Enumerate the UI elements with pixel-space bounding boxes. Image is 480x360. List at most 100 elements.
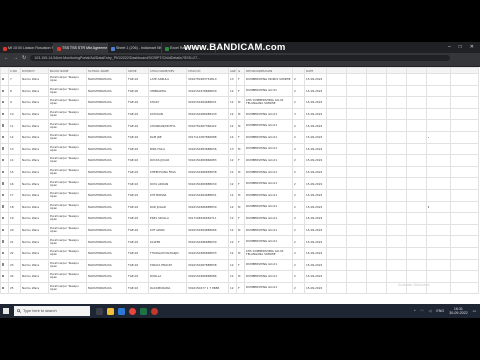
row-select-cell[interactable] (0, 84, 9, 98)
cell-id: 3017111087866688 (186, 130, 229, 144)
row-select-cell[interactable] (0, 165, 9, 179)
table-row[interactable]: 7 Nal bu Wara Purahnarpur Tawapu Apan MAKSH… (0, 73, 479, 86)
chrome-icon[interactable] (129, 307, 136, 315)
row-select-cell[interactable] (0, 177, 9, 190)
table-row[interactable]: 19 Nal bu Wara Purahnarpur Tawapu Apan MAKS… (0, 212, 479, 225)
data-table-area[interactable]: S NO DISTRICT BLOCK NAME SCHOOL NAME UDISE CH… (0, 67, 480, 304)
cell-block: Purahnarpur Tawapu Apan (48, 200, 87, 214)
cell-date: 15-09-2022 (304, 96, 327, 109)
reload-icon[interactable]: ↻ (22, 55, 26, 61)
table-row[interactable]: 11 Nal bu Wara Purahnarpur Tawapu Apan MAKS… (0, 119, 479, 132)
file-explorer-icon[interactable] (107, 307, 114, 315)
table-row[interactable]: 10 Nal bu Wara Purahnarpur Tawapu Apan MAKS… (0, 107, 479, 121)
row-checkbox[interactable] (2, 77, 5, 81)
row-select-cell[interactable] (0, 188, 9, 202)
maximize-button[interactable]: □ (459, 44, 462, 50)
excel-icon[interactable] (140, 307, 147, 315)
cell-id: 3016150480866683 (186, 154, 229, 167)
table-row[interactable]: 15 Nal bu Wara Purahnarpur Tawapu Apan MAKS… (0, 165, 479, 179)
table-row[interactable]: 20 Nal bu Wara Purahnarpur Tawapu Apan MAKS… (0, 223, 479, 237)
language-indicator[interactable]: ENG (436, 309, 444, 313)
windows-logo-icon (3, 308, 9, 314)
back-arrow-icon[interactable]: ← (4, 55, 9, 61)
speaker-icon[interactable]: ◁ (429, 309, 432, 313)
row-checkbox[interactable] (2, 89, 5, 92)
browser-tab[interactable]: TSS TSS STR Mkt Agreement Ht (54, 43, 108, 53)
cell-n: 2 (292, 142, 305, 156)
row-select-cell[interactable] (0, 281, 9, 295)
row-checkbox[interactable] (2, 182, 5, 185)
cell-n: 3 (292, 107, 305, 121)
row-select-cell[interactable] (0, 73, 9, 86)
cell-child: KATUKAN (148, 107, 187, 121)
address-bar[interactable]: 103.159.14.54/mt.MonitoringPortal/Ad/Dat… (30, 54, 451, 61)
table-row[interactable]: 17 Nal bu Wara Purahnarpur Tawapu Apan MAKS… (0, 188, 479, 202)
table-row[interactable]: 21 Nal bu Wara Purahnarpur Tawapu Apan MAKS… (0, 235, 479, 248)
row-checkbox[interactable] (2, 263, 5, 266)
row-select-cell[interactable] (0, 107, 9, 121)
bandicam-icon[interactable] (151, 307, 158, 315)
empty-cell (346, 258, 367, 272)
task-view-icon[interactable] (96, 307, 103, 315)
row-checkbox[interactable] (2, 101, 5, 104)
row-select-cell[interactable] (0, 223, 9, 237)
edge-icon[interactable] (118, 307, 125, 315)
row-select-cell[interactable] (0, 235, 9, 248)
chevron-up-icon[interactable]: ^ (414, 309, 416, 313)
forward-arrow-icon[interactable]: → (13, 55, 18, 61)
cell-status: DUMBERSHING GO-01 (244, 165, 293, 179)
wifi-icon[interactable]: ◠ (421, 309, 424, 313)
table-row[interactable]: 9 Nal bu Wara Purahnarpur Tawapu Apan MAKSH… (0, 96, 479, 109)
row-checkbox[interactable] (2, 251, 5, 255)
table-row[interactable]: 22 Nal bu Wara Purahnarpur Tawapu Apan MAKS… (0, 246, 479, 260)
table-row[interactable]: 14 Nal bu Wara Purahnarpur Tawapu Apan MAKS… (0, 154, 479, 167)
row-checkbox[interactable] (2, 275, 5, 278)
browser-tab[interactable]: Sheet 1 (206) - Indiamart NICS (108, 43, 162, 53)
start-button[interactable] (0, 304, 12, 318)
table-row[interactable]: 16 Nal bu Wara Purahnarpur Tawapu Apan MAKS… (0, 177, 479, 190)
row-checkbox[interactable] (2, 124, 5, 127)
row-select-cell[interactable] (0, 96, 9, 109)
row-checkbox[interactable] (2, 217, 5, 220)
cell-num: 21 (8, 235, 21, 248)
empty-cell (450, 142, 479, 156)
row-checkbox[interactable] (2, 205, 5, 208)
row-select-cell[interactable] (0, 142, 9, 156)
cell-code: TGE-02 (126, 200, 149, 214)
table-row[interactable]: 24 Nal bu Wara Purahnarpur Tawapu Apan MAKS… (0, 270, 479, 283)
cell-block: Purahnarpur Tawapu Apan (48, 281, 87, 295)
table-row[interactable]: 12 Nal bu Wara Purahnarpur Tawapu Apan MAKS… (0, 130, 479, 144)
row-checkbox[interactable] (2, 240, 5, 243)
row-checkbox[interactable] (2, 147, 5, 150)
row-checkbox[interactable] (2, 286, 5, 289)
table-row[interactable]: 18 Nal bu Wara Purahnarpur Tawapu Apan MAKS… (0, 200, 479, 214)
minimize-button[interactable]: – (448, 44, 451, 50)
row-checkbox[interactable] (2, 193, 5, 197)
row-select-cell[interactable] (0, 258, 9, 272)
cell-age: 13 (228, 142, 237, 156)
row-checkbox[interactable] (2, 228, 5, 232)
table-row[interactable]: 13 Nal bu Wara Purahnarpur Tawapu Apan MAKS… (0, 142, 479, 156)
cell-child: KYE BOMAR (148, 188, 187, 202)
row-select-cell[interactable] (0, 246, 9, 260)
table-row[interactable]: 8 Nal bu Wara Purahnarpur Tawapu Apan MAKSH… (0, 84, 479, 98)
row-select-cell[interactable] (0, 212, 9, 225)
row-select-cell[interactable] (0, 200, 9, 214)
row-checkbox[interactable] (2, 159, 5, 162)
row-select-cell[interactable] (0, 154, 9, 167)
taskbar-search[interactable]: Type here to search (14, 306, 90, 316)
table-row[interactable]: 23 Nal bu Wara Purahnarpur Tawapu Apan MAKS… (0, 258, 479, 272)
row-select-cell[interactable] (0, 119, 9, 132)
browser-tab[interactable]: Mt 10:00 Liaison Rosuston Sumi (0, 43, 54, 53)
row-checkbox[interactable] (2, 170, 5, 174)
cell-date: 15-09-2022 (304, 212, 327, 225)
close-window-button[interactable]: ✕ (470, 44, 474, 50)
row-checkbox[interactable] (2, 112, 5, 116)
empty-cell (386, 96, 407, 109)
row-checkbox[interactable] (2, 135, 5, 139)
clock[interactable]: 16:31 30-09-2022 (449, 307, 467, 316)
empty-cell (326, 119, 347, 132)
row-select-cell[interactable] (0, 270, 9, 283)
row-select-cell[interactable] (0, 130, 9, 144)
notification-icon[interactable]: ▭ (473, 309, 476, 313)
